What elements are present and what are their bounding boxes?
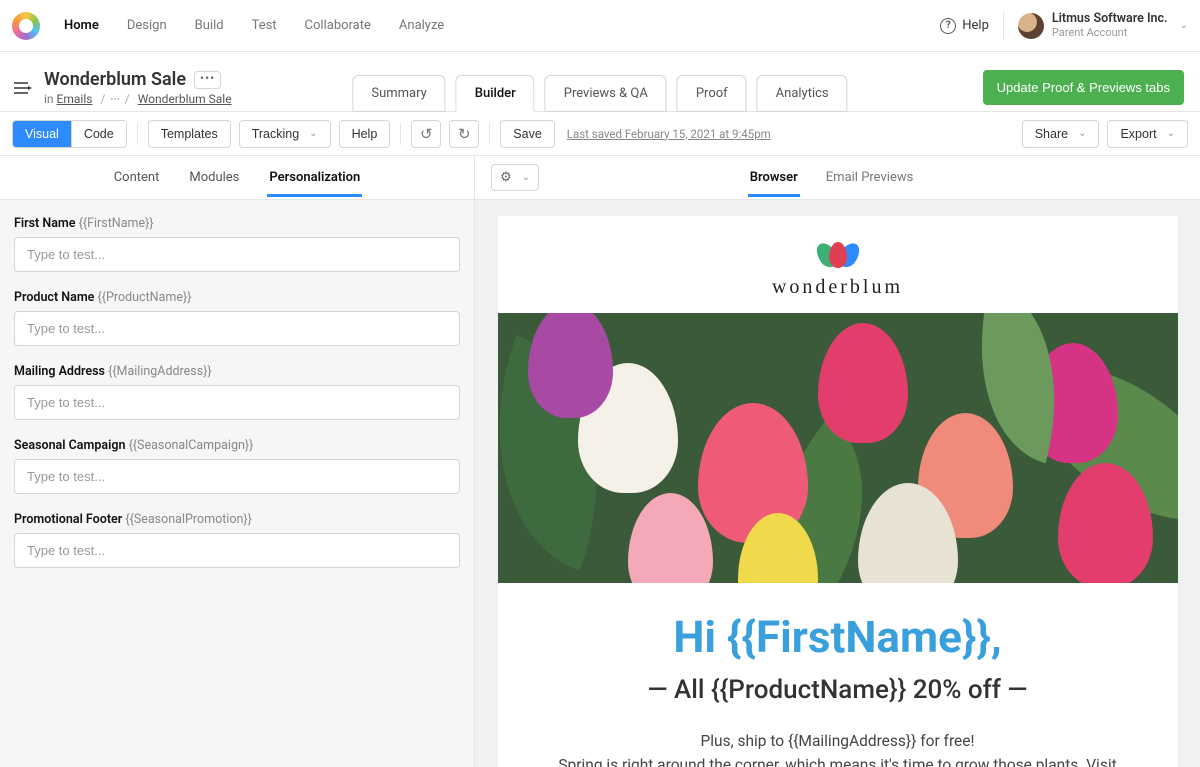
divider — [1003, 12, 1004, 40]
top-nav: Home Design Build Test Collaborate Analy… — [0, 0, 1200, 52]
tab-summary[interactable]: Summary — [352, 75, 445, 112]
email-body-line: Plus, ship to {{MailingAddress}} for fre… — [532, 729, 1144, 753]
field-token: {{ProductName}} — [98, 290, 192, 305]
save-button[interactable]: Save — [500, 120, 555, 148]
share-label: Share — [1035, 127, 1068, 141]
field-token: {{SeasonalPromotion}} — [125, 512, 251, 527]
breadcrumb-emails[interactable]: Emails — [57, 92, 93, 106]
preview-canvas[interactable]: wonderblum — [475, 200, 1200, 767]
more-actions-button[interactable]: ••• — [194, 71, 221, 89]
field-mailing-address: Mailing Address {{MailingAddress}} — [14, 364, 460, 420]
view-mode-segment: Visual Code — [12, 120, 127, 148]
nav-test[interactable]: Test — [252, 18, 277, 33]
first-name-input[interactable] — [14, 237, 460, 272]
help-icon: ? — [940, 18, 956, 34]
field-token: {{SeasonalCampaign}} — [129, 438, 254, 453]
wonderblum-logo-icon — [816, 234, 860, 268]
promotional-footer-input[interactable] — [14, 533, 460, 568]
avatar — [1018, 13, 1044, 39]
panel-tabs: Content Modules Personalization — [0, 156, 474, 200]
breadcrumb-current[interactable]: Wonderblum Sale — [138, 92, 232, 106]
field-label: Promotional Footer — [14, 512, 122, 527]
seasonal-campaign-input[interactable] — [14, 459, 460, 494]
email-preview: wonderblum — [498, 216, 1178, 767]
chevron-down-icon: ⌄ — [522, 172, 530, 183]
account-menu[interactable]: Litmus Software Inc. Parent Account ⌄ — [1018, 11, 1188, 40]
tracking-button[interactable]: Tracking ⌄ — [239, 120, 331, 148]
field-first-name: First Name {{FirstName}} — [14, 216, 460, 272]
panel-tab-modules[interactable]: Modules — [187, 158, 241, 197]
tab-proof[interactable]: Proof — [677, 75, 747, 112]
main-tabs: Summary Builder Previews & QA Proof Anal… — [352, 75, 847, 112]
tab-builder[interactable]: Builder — [456, 75, 535, 112]
nav-home[interactable]: Home — [64, 18, 99, 33]
nav-analyze[interactable]: Analyze — [399, 18, 444, 33]
preview-tab-email-previews[interactable]: Email Previews — [824, 158, 916, 197]
preview-settings-button[interactable]: ⚙ ⌄ — [491, 164, 539, 191]
mailing-address-input[interactable] — [14, 385, 460, 420]
hero-image — [498, 313, 1178, 583]
chevron-down-icon: ⌄ — [1167, 128, 1175, 139]
sidebar-toggle-icon[interactable] — [8, 68, 38, 108]
email-body-line: Spring is right around the corner, which… — [532, 753, 1144, 767]
panel-tab-personalization[interactable]: Personalization — [267, 158, 362, 197]
help-link[interactable]: ? Help — [940, 18, 989, 34]
breadcrumb-prefix: in — [44, 92, 54, 106]
tab-previews-qa[interactable]: Previews & QA — [545, 75, 667, 112]
tracking-label: Tracking — [252, 127, 299, 141]
redo-button[interactable]: ↻ — [449, 120, 479, 148]
field-token: {{MailingAddress}} — [108, 364, 212, 379]
page-title: Wonderblum Sale — [44, 69, 186, 90]
export-label: Export — [1120, 127, 1156, 141]
help-button[interactable]: Help — [339, 120, 391, 148]
field-label: Mailing Address — [14, 364, 105, 379]
builder-toolbar: Visual Code Templates Tracking ⌄ Help ↺ … — [0, 112, 1200, 156]
tab-analytics[interactable]: Analytics — [757, 75, 848, 112]
field-label: First Name — [14, 216, 76, 231]
email-greeting: Hi {{FirstName}}, — [498, 611, 1178, 663]
product-name-input[interactable] — [14, 311, 460, 346]
panel-tab-content[interactable]: Content — [112, 158, 162, 197]
nav-build[interactable]: Build — [195, 18, 224, 33]
export-button[interactable]: Export ⌄ — [1107, 120, 1188, 148]
account-sub: Parent Account — [1052, 26, 1168, 40]
undo-button[interactable]: ↺ — [411, 120, 441, 148]
email-body: Plus, ship to {{MailingAddress}} for fre… — [498, 729, 1178, 767]
page-header: Wonderblum Sale ••• in Emails /···/ Wond… — [0, 52, 1200, 112]
field-seasonal-campaign: Seasonal Campaign {{SeasonalCampaign}} — [14, 438, 460, 494]
field-promotional-footer: Promotional Footer {{SeasonalPromotion}} — [14, 512, 460, 568]
workspace: Content Modules Personalization First Na… — [0, 156, 1200, 767]
gear-icon: ⚙ — [500, 170, 512, 185]
email-subhead: — All {{ProductName}} 20% off — — [498, 675, 1178, 705]
field-label: Product Name — [14, 290, 94, 305]
field-product-name: Product Name {{ProductName}} — [14, 290, 460, 346]
last-saved-text: Last saved February 15, 2021 at 9:45pm — [567, 127, 771, 141]
email-brand: wonderblum — [498, 234, 1178, 299]
help-label: Help — [962, 18, 989, 33]
update-proof-button[interactable]: Update Proof & Previews tabs — [983, 70, 1184, 105]
nav-design[interactable]: Design — [127, 18, 167, 33]
left-panel: Content Modules Personalization First Na… — [0, 156, 475, 767]
share-button[interactable]: Share ⌄ — [1022, 120, 1100, 148]
templates-button[interactable]: Templates — [148, 120, 231, 148]
litmus-logo-icon — [12, 12, 40, 40]
field-token: {{FirstName}} — [79, 216, 154, 231]
code-mode-button[interactable]: Code — [71, 121, 126, 147]
primary-nav: Home Design Build Test Collaborate Analy… — [64, 18, 940, 33]
brand-name: wonderblum — [498, 276, 1178, 299]
chevron-down-icon: ⌄ — [309, 128, 317, 139]
preview-toolbar: ⚙ ⌄ Browser Email Previews — [475, 156, 1200, 200]
account-name: Litmus Software Inc. — [1052, 11, 1168, 27]
chevron-down-icon: ⌄ — [1180, 20, 1188, 31]
preview-tab-browser[interactable]: Browser — [748, 158, 800, 197]
preview-panel: ⚙ ⌄ Browser Email Previews wonderblum — [475, 156, 1200, 767]
preview-tabs: Browser Email Previews — [748, 158, 916, 197]
personalization-fields: First Name {{FirstName}} Product Name {{… — [0, 200, 474, 602]
visual-mode-button[interactable]: Visual — [13, 121, 71, 147]
chevron-down-icon: ⌄ — [1078, 128, 1086, 139]
breadcrumb: in Emails /···/ Wonderblum Sale — [44, 92, 232, 106]
nav-collaborate[interactable]: Collaborate — [305, 18, 371, 33]
field-label: Seasonal Campaign — [14, 438, 125, 453]
